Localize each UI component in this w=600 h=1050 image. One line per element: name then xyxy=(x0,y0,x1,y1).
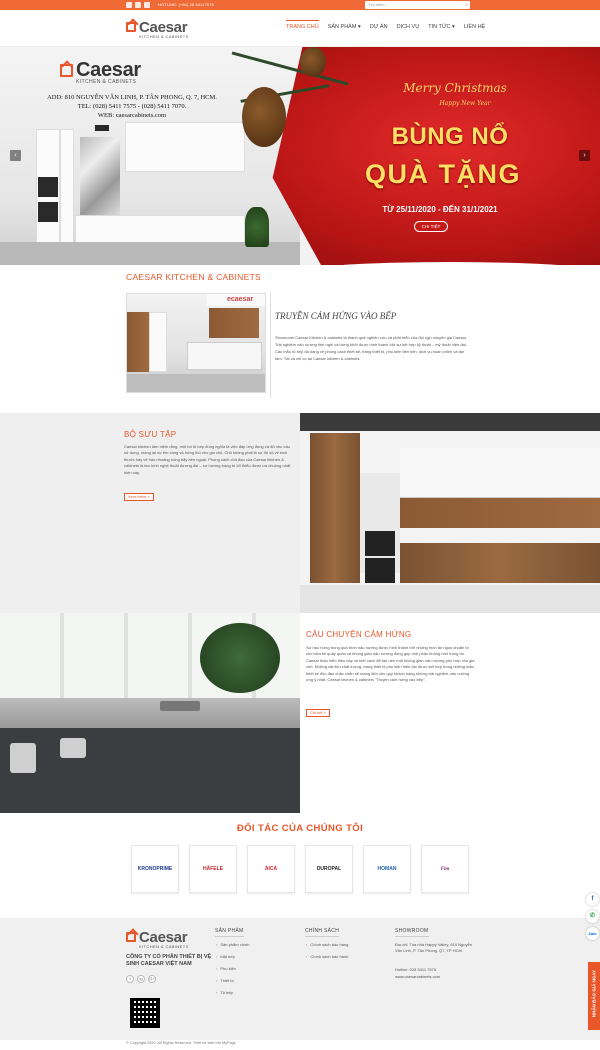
footer-showroom-title: SHOWROOM xyxy=(395,928,429,937)
happy-new-year-text: Happy New Year xyxy=(439,100,491,107)
footer-social: f ig G+ xyxy=(126,975,156,983)
footer-link[interactable]: Phụ kiện xyxy=(216,966,236,971)
merry-christmas-text: Merry Christmas xyxy=(403,81,507,95)
banner-phone-line: TEL: (028) 5411 7575 - (028) 5411 7070. xyxy=(77,102,187,110)
kitchen-image xyxy=(0,47,300,265)
footer-company-name: CÔNG TY CỔ PHẦN THIẾT BỊ VỆ SINH CAESAR … xyxy=(126,954,212,967)
collection-more-button[interactable]: Xem thêm » xyxy=(124,493,154,501)
partner-logo[interactable]: DUROPAL xyxy=(305,845,353,893)
footer-link[interactable]: Mặt bếp xyxy=(216,954,234,959)
partner-logo[interactable]: HOMAN xyxy=(363,845,411,893)
collection-title: BỘ SƯU TẬP xyxy=(124,430,177,439)
facebook-float-icon[interactable]: f xyxy=(586,893,599,906)
hero-banner[interactable]: Caesar KITCHEN & CABINETS ADD: 810 NGUYỄ… xyxy=(0,47,600,265)
main-nav: TRANG CHỦ SẢN PHẨM ▾ DỰ ÁN DỊCH VỤ TIN T… xyxy=(286,20,485,34)
hotline-text: HOTLINE: (+84) 28 54117075 xyxy=(158,2,214,7)
collection-kitchen-image xyxy=(300,413,600,613)
story-title: CÂU CHUYỆN CẢM HỨNG xyxy=(306,630,412,639)
nav-projects[interactable]: DỰ ÁN xyxy=(370,24,388,34)
partners-list: KRONOPRIME HÄFELE AICA DUROPAL HOMAN Fim xyxy=(131,845,469,893)
partners-title: ĐỐI TÁC CỦA CHÚNG TÔI xyxy=(236,823,364,834)
story-paragraph: Sự háo hứng trong quá trình nấu nướng đư… xyxy=(306,645,475,683)
footer-policy-title: CHÍNH SÁCH xyxy=(305,928,340,937)
story-kitchen-image xyxy=(0,613,300,813)
nav-services[interactable]: DỊCH VỤ xyxy=(397,24,420,34)
partner-logo[interactable]: AICA xyxy=(247,845,295,893)
footer-logo-tagline: KITCHEN & CABINETS xyxy=(139,944,189,949)
instagram-icon[interactable]: ig xyxy=(137,975,145,983)
copyright-text: © Copyright 2020. All Rights Reserved. T… xyxy=(126,1041,236,1045)
banner-detail-button[interactable]: CHI TIẾT xyxy=(414,221,448,232)
banner-logo-mark-icon xyxy=(60,64,73,77)
showroom-address: Địa chỉ: Tòa nhà Happy Valley, 810 Nguyễ… xyxy=(395,942,472,953)
footer-link[interactable]: Chính sách bảo hàng xyxy=(306,942,348,947)
site-header: Caesar KITCHEN & CABINETS TRANG CHỦ SẢN … xyxy=(0,10,600,47)
logo-tagline: KITCHEN & CABINETS xyxy=(139,34,189,39)
partner-logo[interactable]: HÄFELE xyxy=(189,845,237,893)
intro-kitchen-image: ecaesar xyxy=(126,293,266,393)
pinecone-decoration xyxy=(242,87,286,147)
story-section xyxy=(300,613,600,813)
nav-home[interactable]: TRANG CHỦ xyxy=(286,20,319,34)
slider-next-icon[interactable]: › xyxy=(579,150,590,161)
instagram-icon[interactable] xyxy=(135,2,141,8)
facebook-icon[interactable]: f xyxy=(126,975,134,983)
story-detail-button[interactable]: Chi tiết » xyxy=(306,709,330,717)
showroom-phone: Hotline: 028 5411 7575 xyxy=(395,967,437,972)
search-icon[interactable]: ⌕ xyxy=(465,2,468,8)
logo-mark-icon xyxy=(126,22,136,32)
footer-link[interactable]: Thiết bị xyxy=(216,978,233,983)
banner-address: ADD: 810 NGUYỄN VĂN LINH, P. TÂN PHONG, … xyxy=(32,94,232,120)
nav-products[interactable]: SẢN PHẨM ▾ xyxy=(328,24,361,34)
quote-request-tab[interactable]: NHẬN BÁO GIÁ NGAY xyxy=(588,962,600,1030)
banner-address-line: ADD: 810 NGUYỄN VĂN LINH, P. TÂN PHONG, … xyxy=(47,94,217,101)
topbar-social-icons xyxy=(126,2,150,8)
partner-logo[interactable]: KRONOPRIME xyxy=(131,845,179,893)
search-placeholder: Tìm kiếm... xyxy=(368,2,388,7)
intro-paragraph: Showroom Caesar Kitchen & cabinets là th… xyxy=(275,335,467,361)
footer-link[interactable]: Tủ bếp xyxy=(216,990,232,995)
banner-logo-tagline: KITCHEN & CABINETS xyxy=(76,79,137,85)
banner-headline-1: BÙNG NỔ xyxy=(391,123,509,150)
showroom-website[interactable]: www.caesarcabinets.com xyxy=(395,974,475,980)
phone-float-icon[interactable]: ✆ xyxy=(586,910,599,923)
nav-news[interactable]: TIN TỨC ▾ xyxy=(428,24,455,34)
footer-link[interactable]: Sản phẩm chính xyxy=(216,942,249,947)
facebook-icon[interactable] xyxy=(126,2,132,8)
banner-date: TỪ 25/11/2020 - ĐẾN 31/1/2021 xyxy=(382,205,498,214)
google-plus-icon[interactable] xyxy=(144,2,150,8)
zalo-float-icon[interactable]: Zalo xyxy=(586,927,599,940)
banner-headline-2: QUÀ TẶNG xyxy=(365,159,521,189)
slider-prev-icon[interactable]: ‹ xyxy=(10,150,21,161)
collection-paragraph: Caesar kitchen tâm niệm rằng, một bộ tủ … xyxy=(124,444,291,475)
footer-link[interactable]: Chính sách bảo hành xyxy=(306,954,348,959)
intro-divider xyxy=(270,292,271,398)
intro-title: CAESAR KITCHEN & CABINETS xyxy=(126,272,262,282)
partner-logo[interactable]: Fim xyxy=(421,845,469,893)
top-bar: HOTLINE: (+84) 28 54117075 Tìm kiếm... ⌕ xyxy=(0,0,600,10)
site-footer: Caesar KITCHEN & CABINETS CÔNG TY CỔ PHẦ… xyxy=(0,918,600,1040)
qr-code xyxy=(130,998,160,1028)
footer-products-title: SẢN PHẨM xyxy=(215,928,244,937)
banner-web-line: WEB: caesarcabinets.com xyxy=(97,111,167,119)
google-plus-icon[interactable]: G+ xyxy=(148,975,156,983)
quote-request-label: NHẬN BÁO GIÁ NGAY xyxy=(591,969,597,1018)
nav-contact[interactable]: LIÊN HỆ xyxy=(464,24,485,34)
collection-section xyxy=(0,413,300,613)
footer-logo-mark-icon xyxy=(126,932,136,942)
intro-heading: TRUYỀN CẢM HỨNG VÀO BẾP xyxy=(275,311,397,321)
search-input[interactable]: Tìm kiếm... ⌕ xyxy=(365,1,470,9)
